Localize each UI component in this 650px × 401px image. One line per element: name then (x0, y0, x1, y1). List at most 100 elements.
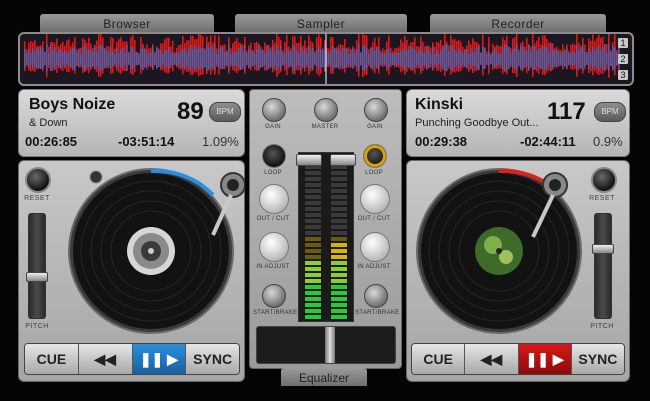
right-reset-knob[interactable] (591, 167, 617, 193)
waveform-body (384, 53, 386, 65)
waveform-body (46, 44, 48, 71)
right-rewind-button[interactable]: ◀◀ (465, 344, 519, 374)
waveform-body (100, 44, 102, 71)
waveform-body (564, 50, 566, 67)
waveform-body (508, 46, 510, 70)
crossfader-knob[interactable] (325, 327, 335, 363)
equalizer-tab[interactable]: Equalizer (281, 368, 367, 386)
right-out-cut-button[interactable] (360, 184, 390, 214)
tab-recorder[interactable]: Recorder (430, 14, 606, 32)
waveform-body (388, 48, 390, 68)
vu-segment (305, 243, 321, 247)
waveform-marker-3[interactable]: 3 (618, 70, 628, 80)
waveform-body (562, 51, 564, 67)
right-cue-button[interactable]: CUE (412, 344, 466, 374)
waveform-body (260, 49, 262, 68)
waveform-body (440, 49, 442, 68)
right-loop-button[interactable] (363, 144, 387, 168)
waveform-marker-2[interactable]: 2 (618, 54, 628, 64)
waveform-body (48, 52, 50, 66)
vu-segment (305, 201, 321, 205)
waveform-body (410, 46, 412, 70)
waveform-body (80, 53, 82, 65)
waveform-body (504, 44, 506, 71)
waveform-body (234, 51, 236, 66)
left-play-pause-button[interactable]: ❚❚ ▶ (132, 344, 187, 374)
right-turntable[interactable] (411, 165, 589, 341)
vu-segment (305, 177, 321, 181)
right-start-brake-knob[interactable] (364, 284, 388, 308)
left-pitch-fader[interactable] (26, 272, 48, 282)
waveform-body (484, 47, 486, 69)
waveform-body (336, 49, 338, 68)
waveform-body (318, 46, 320, 70)
mixer-panel: GAIN MASTER GAIN LOOP LOOP OUT / CUT OUT… (249, 89, 402, 369)
waveform-body (366, 48, 368, 69)
waveform-body (144, 49, 146, 68)
waveform-body (522, 46, 524, 70)
right-bpm-button[interactable]: BPM (594, 102, 626, 122)
vu-segment (331, 195, 347, 199)
tab-sampler[interactable]: Sampler (235, 14, 407, 32)
waveform-body (520, 47, 522, 69)
right-sync-button[interactable]: SYNC (571, 344, 624, 374)
waveform-body (502, 46, 504, 70)
left-pitch-slider[interactable] (26, 213, 48, 319)
left-reset-knob[interactable] (25, 167, 51, 193)
right-track-info: Kinski Punching Goodbye Out... 117 BPM 0… (406, 89, 630, 157)
vu-segment (331, 225, 347, 229)
tab-browser[interactable]: Browser (40, 14, 214, 32)
left-sync-button[interactable]: SYNC (186, 344, 239, 374)
left-start-brake-knob[interactable] (262, 284, 286, 308)
left-in-adjust-button[interactable] (259, 232, 289, 262)
vu-segment (305, 291, 321, 295)
waveform-body (244, 45, 246, 71)
left-cue-button[interactable]: CUE (25, 344, 79, 374)
crossfader-track[interactable] (256, 326, 396, 364)
waveform-body (210, 46, 212, 70)
right-pitch-fader[interactable] (592, 244, 614, 254)
waveform-body (166, 50, 168, 67)
waveform-body (218, 49, 220, 68)
left-gain-knob[interactable] (262, 98, 286, 122)
waveform-body (276, 45, 278, 71)
waveform-body (190, 44, 192, 71)
left-rewind-button[interactable]: ◀◀ (78, 344, 133, 374)
waveform-body (28, 49, 30, 68)
vu-segment (331, 261, 347, 265)
left-channel-fader[interactable] (296, 154, 322, 166)
vu-segment (331, 183, 347, 187)
left-loop-button[interactable] (262, 144, 286, 168)
left-bpm-button[interactable]: BPM (209, 102, 241, 122)
right-gain-label: GAIN (367, 124, 383, 130)
right-gain-knob[interactable] (364, 98, 388, 122)
left-turntable[interactable] (63, 165, 245, 341)
waveform-body (262, 50, 264, 67)
left-out-cut-button[interactable] (259, 184, 289, 214)
waveform-body (140, 48, 142, 68)
right-loop-label: LOOP (365, 170, 383, 176)
waveform-body (86, 49, 88, 68)
right-channel-fader[interactable] (330, 154, 356, 166)
vu-segment (305, 189, 321, 193)
right-in-adjust-button[interactable] (360, 232, 390, 262)
right-play-pause-button[interactable]: ❚❚ ▶ (518, 344, 572, 374)
waveform-body (568, 53, 570, 65)
waveform-body (552, 49, 554, 68)
vu-segment (331, 285, 347, 289)
waveform-body (462, 53, 464, 65)
waveform-marker-1[interactable]: 1 (618, 38, 628, 48)
left-reset-label: RESET (24, 195, 50, 202)
waveform-body (236, 50, 238, 67)
waveform-body (546, 47, 548, 70)
right-pitch-slider[interactable] (592, 213, 614, 319)
waveform-body (118, 53, 120, 65)
waveform-body (64, 50, 66, 67)
waveform-display[interactable]: 1 2 3 (18, 32, 634, 86)
waveform-body (416, 52, 418, 65)
left-loop-label: LOOP (264, 170, 282, 176)
waveform-body (408, 49, 410, 68)
waveform-body (30, 53, 32, 65)
master-knob[interactable] (314, 98, 338, 122)
vu-segment (331, 255, 347, 259)
